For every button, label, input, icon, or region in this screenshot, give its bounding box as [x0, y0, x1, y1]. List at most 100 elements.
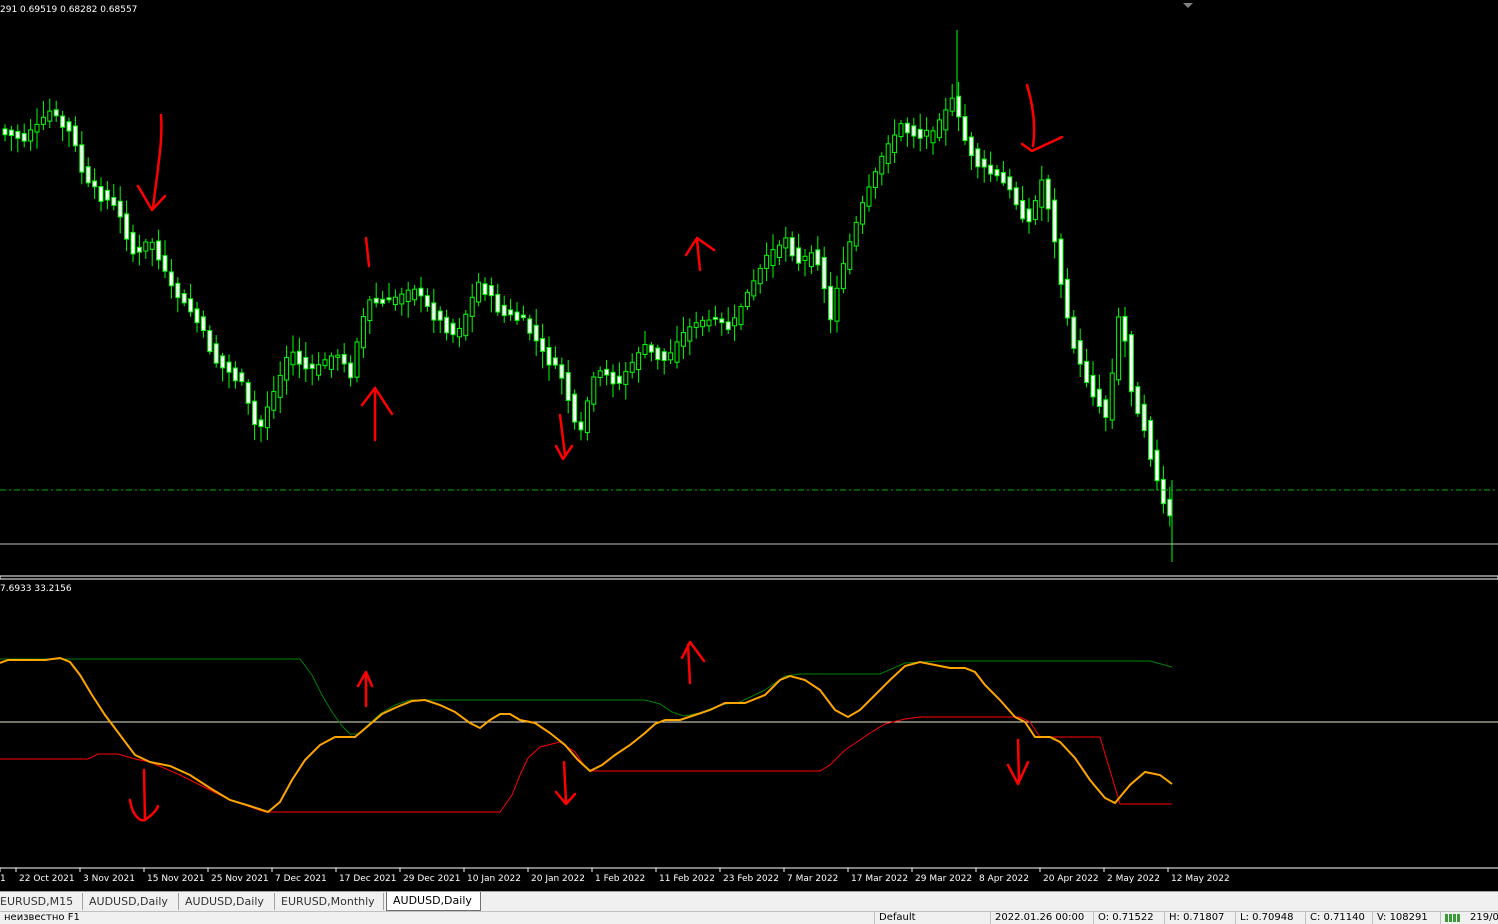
candle-body — [962, 116, 968, 142]
candle-body — [1116, 316, 1122, 381]
candle-body — [552, 357, 558, 366]
tab-audusd-daily[interactable]: AUDUSD,Daily — [83, 893, 179, 910]
indicator-info: 7.6933 33.2156 — [0, 584, 72, 594]
date-label: 7 Dec 2021 — [275, 874, 327, 884]
candle-body — [885, 143, 891, 164]
candle-body — [104, 189, 110, 201]
tab-audusd-daily[interactable]: AUDUSD,Daily — [179, 893, 275, 910]
candle-body — [1090, 374, 1096, 398]
date-label: 8 Apr 2022 — [979, 874, 1029, 884]
candle-body — [847, 241, 853, 270]
candle-body — [1103, 399, 1109, 418]
candle-body — [53, 109, 59, 117]
candle-body — [469, 296, 475, 317]
date-label: 17 Dec 2021 — [339, 874, 397, 884]
candle-body — [642, 343, 648, 355]
status-help: неизвестно F1 — [4, 912, 80, 923]
candle-body — [559, 364, 565, 379]
candle-body — [418, 287, 424, 297]
tab-eurusd-m15[interactable]: EURUSD,M15 — [0, 893, 83, 910]
connection-status-icon[interactable] — [1440, 912, 1465, 924]
candle-body — [66, 121, 72, 132]
candle-body — [1045, 178, 1051, 210]
date-label: 29 Mar 2022 — [915, 874, 972, 884]
candle-body — [60, 115, 66, 128]
candle-body — [1007, 176, 1013, 191]
candle-body — [309, 363, 315, 369]
date-label: 17 Mar 2022 — [851, 874, 908, 884]
candle-body — [584, 400, 590, 434]
candle-body — [840, 263, 846, 290]
candle-body — [322, 359, 328, 367]
candle-body — [514, 311, 520, 321]
candle-body — [296, 350, 302, 365]
candle-body — [239, 372, 245, 383]
candle-body — [744, 291, 750, 308]
candle-body — [674, 341, 680, 363]
candle-body — [725, 321, 731, 331]
candle-body — [85, 166, 91, 184]
candle-body — [431, 302, 437, 321]
candle-body — [367, 299, 373, 322]
candle-body — [130, 231, 136, 255]
status-datetime: 2022.01.26 00:00 — [990, 912, 1084, 924]
candle-body — [904, 122, 910, 134]
candle-body — [245, 382, 251, 404]
tab-audusd-daily-active[interactable]: AUDUSD,Daily — [386, 892, 481, 911]
candle-body — [162, 255, 168, 272]
candle-body — [92, 180, 98, 188]
candle-body — [380, 298, 386, 304]
candle-body — [700, 319, 706, 328]
candle-body — [1109, 372, 1115, 421]
candle-body — [354, 341, 360, 378]
candle-body — [40, 116, 46, 125]
candle-body — [636, 352, 642, 370]
candle-body — [341, 353, 347, 365]
candle-body — [648, 344, 654, 353]
candle-body — [917, 128, 923, 139]
date-label: 20 Jan 2022 — [531, 874, 585, 884]
date-label: 23 Feb 2022 — [723, 874, 779, 884]
candle-body — [623, 370, 629, 385]
chart-area[interactable]: 291 0.69519 0.68282 0.68557 7.6933 33.21… — [0, 0, 1498, 891]
candle-body — [335, 354, 341, 358]
candle-body — [949, 97, 955, 112]
candle-body — [719, 318, 725, 324]
date-label: 15 Nov 2021 — [147, 874, 205, 884]
candle-body — [1148, 419, 1154, 460]
status-traffic: 219/0 kb — [1470, 912, 1498, 923]
candle-body — [21, 132, 27, 142]
candle-body — [424, 295, 430, 307]
status-bar: неизвестно F1 Default 2022.01.26 00:00 O… — [0, 911, 1498, 924]
candle-body — [808, 252, 814, 268]
date-label: 22 Oct 2021 — [19, 874, 75, 884]
tab-eurusd-monthly[interactable]: EURUSD,Monthly — [275, 893, 384, 910]
candle-body — [738, 306, 744, 325]
candle-body — [156, 240, 162, 261]
candle-body — [290, 351, 296, 366]
candle-body — [1064, 278, 1070, 319]
candle-body — [181, 293, 187, 304]
candle-body — [476, 281, 482, 303]
candle-body — [981, 158, 987, 168]
date-label: 11 Feb 2022 — [659, 874, 715, 884]
candle-body — [796, 247, 802, 264]
date-label: 20 Apr 2022 — [1043, 874, 1099, 884]
candle-body — [687, 326, 693, 342]
status-profile[interactable]: Default — [874, 912, 916, 924]
candle-body — [143, 241, 149, 252]
candle-body — [757, 267, 763, 285]
candle-body — [789, 237, 795, 257]
status-low: L: 0.70948 — [1235, 912, 1293, 924]
candle-body — [1026, 208, 1032, 223]
candle-body — [578, 421, 584, 431]
pane-separator[interactable] — [0, 575, 1498, 580]
candle-body — [72, 125, 78, 147]
candle-body — [712, 316, 718, 320]
candle-body — [853, 221, 859, 247]
candle-body — [207, 330, 213, 353]
candle-body — [220, 355, 226, 369]
candle-body — [520, 314, 526, 319]
candle-body — [610, 371, 616, 385]
candle-body — [328, 355, 334, 370]
